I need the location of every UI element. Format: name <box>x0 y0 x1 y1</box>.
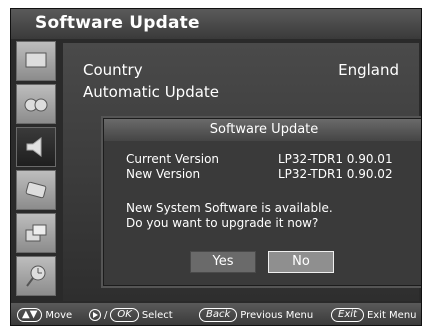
software-update-dialog: Software Update Current Version LP32-TDR… <box>103 118 421 286</box>
slash-divider: / <box>104 309 108 321</box>
page-title: Software Update <box>35 13 200 33</box>
setting-value: England <box>338 61 399 79</box>
title-bar: Software Update <box>11 9 421 39</box>
current-version-value: LP32-TDR1 0.90.01 <box>278 152 393 166</box>
footer-move-label: Move <box>45 309 73 321</box>
sidebar-item-setup[interactable] <box>16 127 56 167</box>
setting-label: Country <box>83 61 143 79</box>
dialog-message-line1: New System Software is available. <box>126 201 333 215</box>
footer-previous-label: Previous Menu <box>240 309 314 321</box>
sidebar-item-option[interactable] <box>16 170 56 210</box>
dialog-title: Software Update <box>104 119 421 141</box>
footer-exit-label: Exit Menu <box>366 309 417 321</box>
current-version-label: Current Version <box>126 152 220 166</box>
new-version-label: New Version <box>126 167 201 181</box>
footer-move: ▲▼ Move <box>17 308 72 322</box>
footer-previous: Back Previous Menu <box>199 308 313 322</box>
glasses-icon <box>24 98 48 112</box>
dialog-message-line2: Do you want to upgrade it now? <box>126 216 319 230</box>
new-version-value: LP32-TDR1 0.90.02 <box>278 167 393 181</box>
setting-row-automatic-update[interactable]: Automatic Update <box>83 83 399 101</box>
footer-help-bar: ▲▼ Move / OK Select Back Previous Menu E… <box>11 303 421 325</box>
footer-select: / OK Select <box>89 308 173 322</box>
remote-icon <box>25 181 47 199</box>
sidebar-item-picture[interactable] <box>16 41 56 81</box>
screen-icon <box>25 52 47 68</box>
clock-icon <box>26 265 46 287</box>
ok-key-icon: OK <box>110 308 139 322</box>
sidebar <box>16 41 58 303</box>
windows-icon <box>25 224 47 242</box>
settings-panel: Country England Automatic Update Softwar… <box>63 43 421 301</box>
exit-key-icon: Exit <box>331 308 364 322</box>
no-button[interactable]: No <box>268 251 334 273</box>
yes-button[interactable]: Yes <box>190 251 256 273</box>
back-key-icon: Back <box>199 308 238 322</box>
tv-menu-screen: Software Update Country England Automati… <box>10 8 422 326</box>
updown-key-icon: ▲▼ <box>17 308 43 322</box>
footer-select-label: Select <box>141 309 173 321</box>
right-key-icon <box>89 309 101 321</box>
sidebar-item-time[interactable] <box>16 256 56 296</box>
footer-exit: Exit Exit Menu <box>331 308 417 322</box>
sidebar-item-pip[interactable] <box>16 213 56 253</box>
setting-row-country[interactable]: Country England <box>83 61 399 79</box>
sidebar-item-sound[interactable] <box>16 84 56 124</box>
setting-label: Automatic Update <box>83 83 220 101</box>
speaker-icon <box>26 137 42 157</box>
